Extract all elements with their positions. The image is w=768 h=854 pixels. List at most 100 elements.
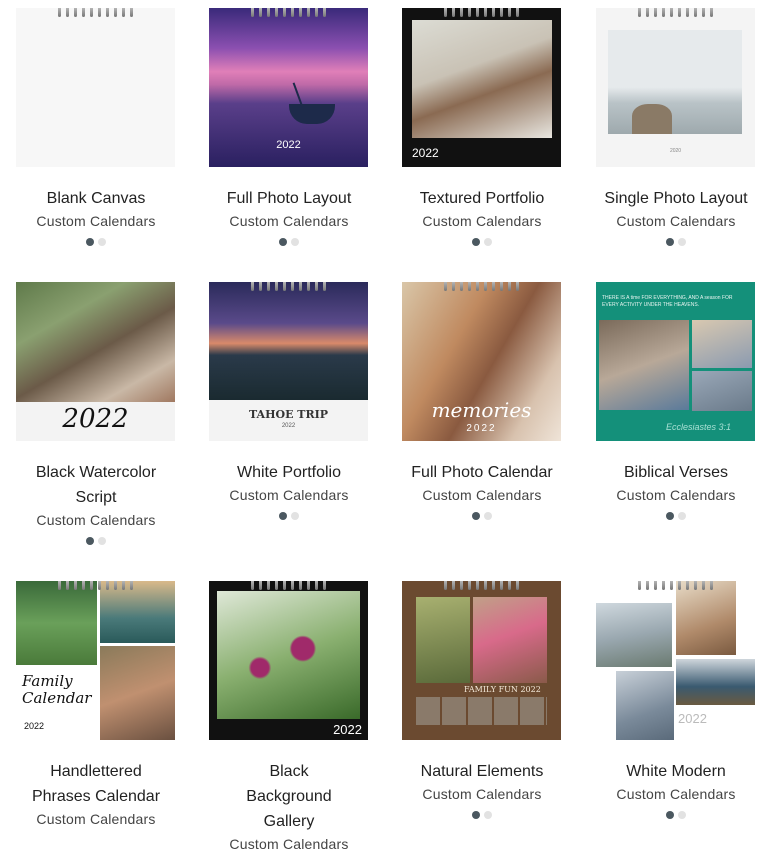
product-thumbnail[interactable]: 2022: [209, 8, 368, 167]
carousel-dot[interactable]: [678, 238, 686, 246]
cover-year: 2020: [669, 148, 682, 154]
product-thumbnail[interactable]: Family Calendar 2022: [16, 581, 175, 740]
product-card-blank-canvas[interactable]: Blank Canvas Custom Calendars: [16, 8, 176, 246]
photo-right-bottom: [692, 371, 752, 411]
carousel-dot[interactable]: [279, 512, 287, 520]
product-title[interactable]: White Modern: [596, 759, 756, 784]
spiral-binding: [596, 8, 755, 19]
photo-right: [473, 597, 547, 683]
carousel-dot[interactable]: [666, 512, 674, 520]
product-card-natural-elements[interactable]: FAMILY FUN 2022 Natural Elements Custom …: [402, 581, 562, 819]
product-title[interactable]: Full Photo Calendar: [402, 460, 562, 485]
photo-1: [596, 603, 672, 667]
product-category: Custom Calendars: [616, 213, 736, 229]
product-card-black-watercolor-script[interactable]: 2022 Black Watercolor Script Custom Cale…: [16, 282, 176, 545]
product-thumbnail[interactable]: 2022: [16, 282, 175, 441]
carousel-dot[interactable]: [472, 238, 480, 246]
carousel-dot[interactable]: [484, 811, 492, 819]
product-card-biblical-verses[interactable]: THERE IS A time FOR EVERYTHING, AND A se…: [596, 282, 756, 520]
carousel-dot[interactable]: [666, 238, 674, 246]
product-category: Custom Calendars: [36, 213, 156, 229]
carousel-dot[interactable]: [472, 811, 480, 819]
product-category: Custom Calendars: [422, 786, 542, 802]
product-title[interactable]: Natural Elements: [402, 759, 562, 784]
product-category: Custom Calendars: [229, 836, 349, 852]
product-card-white-portfolio[interactable]: TAHOE TRIP 2022 White Portfolio Custom C…: [209, 282, 369, 520]
carousel-dot[interactable]: [86, 537, 94, 545]
spiral-binding: [402, 581, 561, 592]
cover-title: FAMILY FUN 2022: [464, 685, 541, 694]
carousel-dot[interactable]: [484, 512, 492, 520]
product-title[interactable]: Textured Portfolio: [402, 186, 562, 211]
product-category: Custom Calendars: [422, 487, 542, 503]
product-thumbnail[interactable]: FAMILY FUN 2022: [402, 581, 561, 740]
photo-strip: [416, 697, 547, 725]
product-category: Custom Calendars: [229, 213, 349, 229]
family-photo: [16, 282, 175, 402]
cover-reference: Ecclesiastes 3:1: [666, 422, 732, 432]
product-card-black-background-gallery[interactable]: 2022 Black Background Gallery Custom Cal…: [209, 581, 369, 854]
carousel-dot[interactable]: [678, 512, 686, 520]
carousel-dots: [209, 512, 369, 520]
carousel-dot[interactable]: [98, 238, 106, 246]
cover-year: 2022: [62, 404, 129, 434]
carousel-dots: [402, 512, 562, 520]
product-category: Custom Calendars: [616, 487, 736, 503]
product-thumbnail[interactable]: 2022: [596, 581, 755, 740]
product-card-full-photo-layout[interactable]: 2022 Full Photo Layout Custom Calendars: [209, 8, 369, 246]
product-title[interactable]: Biblical Verses: [596, 460, 756, 485]
cover-year: 2022: [466, 423, 497, 434]
carousel-dots: [402, 811, 562, 819]
carousel-dot[interactable]: [98, 537, 106, 545]
cover-verse: THERE IS A time FOR EVERYTHING, AND A se…: [602, 295, 733, 308]
carousel-dot[interactable]: [678, 811, 686, 819]
product-title[interactable]: Black Background Gallery: [209, 759, 369, 834]
spiral-binding: [209, 8, 368, 19]
product-title[interactable]: Full Photo Layout: [209, 186, 369, 211]
carousel-dot[interactable]: [484, 238, 492, 246]
product-category: Custom Calendars: [422, 213, 542, 229]
carousel-dots: [596, 512, 756, 520]
product-card-full-photo-calendar[interactable]: memories 2022 Full Photo Calendar Custom…: [402, 282, 562, 520]
spiral-binding: [16, 8, 175, 19]
product-card-white-modern[interactable]: 2022 White Modern Custom Calendars: [596, 581, 756, 819]
product-thumbnail[interactable]: 2020: [596, 8, 755, 167]
product-thumbnail[interactable]: 2022: [209, 581, 368, 740]
product-card-handlettered-phrases-calendar[interactable]: Family Calendar 2022 Handlettered Phrase…: [16, 581, 176, 829]
product-title[interactable]: Black Watercolor Script: [16, 460, 176, 510]
product-thumbnail[interactable]: memories 2022: [402, 282, 561, 441]
carousel-dot[interactable]: [291, 512, 299, 520]
carousel-dots: [402, 238, 562, 246]
cover-year: 2022: [678, 711, 707, 726]
product-card-single-photo-layout[interactable]: 2020 Single Photo Layout Custom Calendar…: [596, 8, 756, 246]
photo-3: [676, 659, 755, 705]
cover-title: memories: [431, 398, 532, 422]
carousel-dots: [209, 238, 369, 246]
product-thumbnail[interactable]: 2022: [402, 8, 561, 167]
product-title[interactable]: Blank Canvas: [16, 186, 176, 211]
carousel-dots: [16, 537, 176, 545]
coast-photo: [608, 30, 742, 134]
product-title[interactable]: Handlettered Phrases Calendar: [16, 759, 176, 809]
carousel-dot[interactable]: [279, 238, 287, 246]
cover-year: 2022: [412, 146, 439, 160]
product-title[interactable]: White Portfolio: [209, 460, 369, 485]
product-category: Custom Calendars: [616, 786, 736, 802]
lake-photo: [209, 282, 368, 400]
cover-title: Family Calendar: [22, 672, 92, 707]
photo-top-left: [16, 581, 97, 665]
carousel-dot[interactable]: [472, 512, 480, 520]
product-thumbnail[interactable]: TAHOE TRIP 2022: [209, 282, 368, 441]
product-title[interactable]: Single Photo Layout: [596, 186, 756, 211]
cover-title: TAHOE TRIP: [248, 408, 329, 421]
product-card-textured-portfolio[interactable]: 2022 Textured Portfolio Custom Calendars: [402, 8, 562, 246]
cover-year: 2022: [333, 722, 362, 737]
product-thumbnail[interactable]: [16, 8, 175, 167]
photo-4: [616, 671, 674, 740]
carousel-dot[interactable]: [666, 811, 674, 819]
carousel-dots: [16, 238, 176, 246]
product-category: Custom Calendars: [36, 512, 156, 528]
carousel-dot[interactable]: [86, 238, 94, 246]
carousel-dot[interactable]: [291, 238, 299, 246]
product-thumbnail[interactable]: THERE IS A time FOR EVERYTHING, AND A se…: [596, 282, 755, 441]
